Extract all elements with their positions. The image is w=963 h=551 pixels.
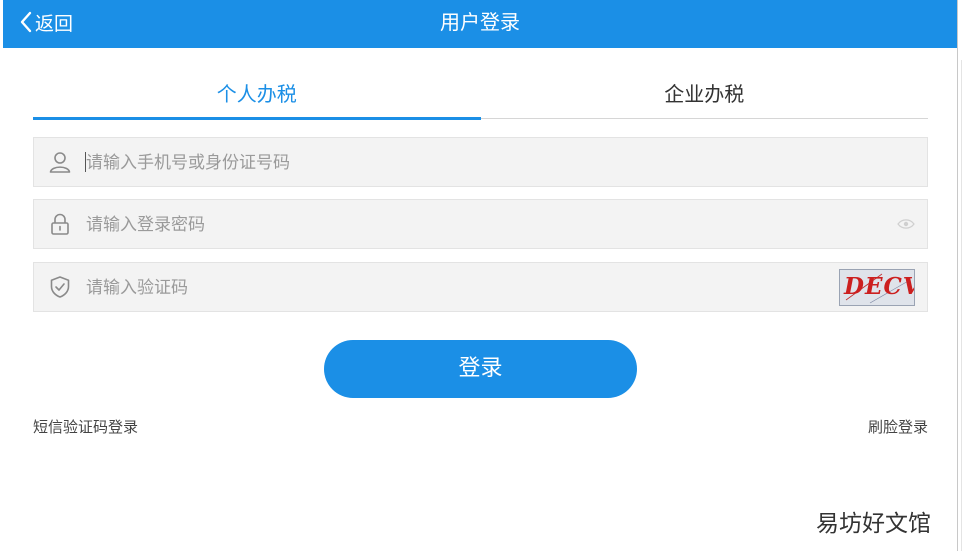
shield-check-icon	[50, 276, 70, 298]
password-input[interactable]	[84, 200, 848, 250]
account-field	[33, 137, 928, 188]
account-input[interactable]	[84, 138, 848, 188]
eye-icon[interactable]	[897, 218, 915, 230]
login-button[interactable]: 登录	[324, 340, 637, 398]
lock-icon	[51, 213, 69, 235]
tab-personal-tax[interactable]: 个人办税	[33, 78, 481, 120]
captcha-field: DECV	[33, 262, 928, 313]
face-login-link[interactable]: 刷脸登录	[868, 416, 928, 437]
top-bar: 返回 用户登录	[3, 0, 957, 48]
text-cursor	[85, 152, 86, 172]
captcha-image[interactable]: DECV	[839, 269, 915, 306]
tab-enterprise-tax[interactable]: 企业办税	[481, 78, 929, 118]
window-edge-inner	[961, 60, 962, 551]
login-type-tabs: 个人办税 企业办税	[33, 78, 929, 120]
captcha-input[interactable]	[84, 263, 848, 313]
password-field	[33, 199, 928, 250]
user-icon	[49, 152, 71, 173]
watermark: 易坊好文馆	[816, 511, 931, 537]
window-edge	[957, 0, 958, 551]
captcha-text: DECV	[844, 273, 915, 300]
sms-login-link[interactable]: 短信验证码登录	[33, 416, 138, 437]
page-title: 用户登录	[440, 10, 520, 34]
